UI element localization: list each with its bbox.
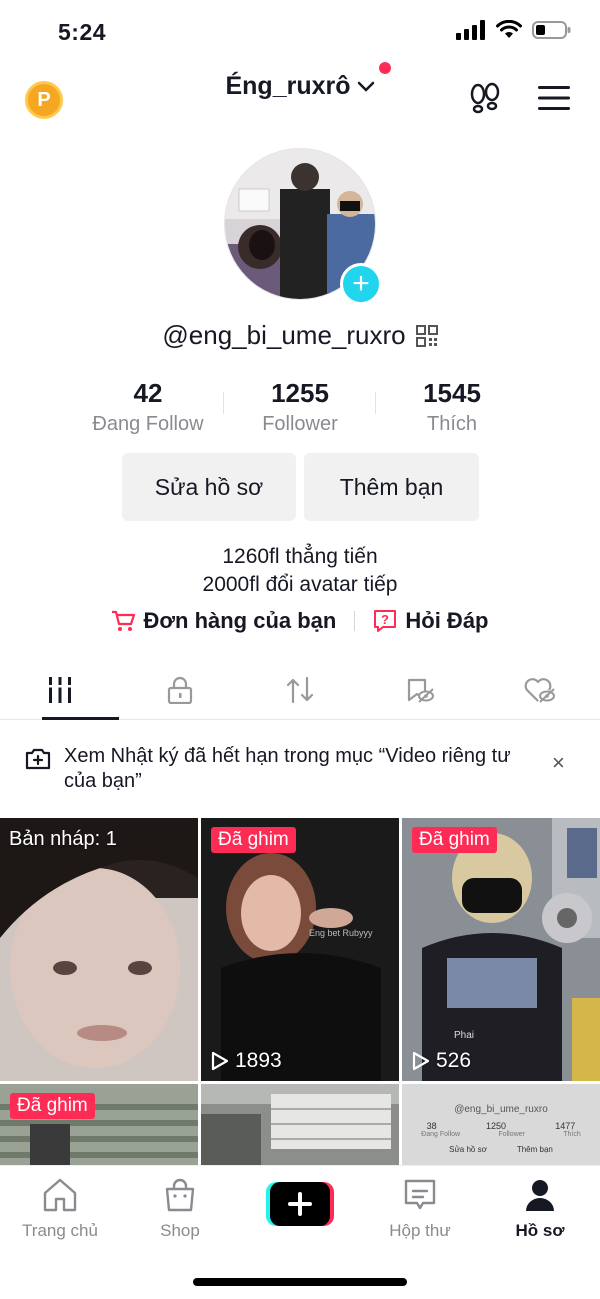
nav-shop-label: Shop (160, 1221, 200, 1240)
play-icon (412, 1051, 430, 1071)
mini-stat-label: Thích (563, 1131, 581, 1138)
view-count-value: 526 (436, 1049, 472, 1072)
orders-link[interactable]: Đơn hàng của bạn (111, 608, 336, 634)
edit-profile-button[interactable]: Sửa hồ sơ (122, 453, 296, 521)
bookmark-hidden-icon (407, 678, 434, 703)
follower-stat[interactable]: 1255 Follower (224, 378, 376, 436)
shirt-text: Phai (454, 1030, 474, 1041)
menu-icon[interactable] (538, 85, 570, 111)
banner-text: Xem Nhật ký đã hết hạn trong mục “Video … (64, 745, 511, 792)
mini-button: Sửa hồ sơ (449, 1145, 487, 1154)
shirt-text: Eng bet Rubyyy (309, 928, 373, 938)
add-avatar-button[interactable]: + (340, 263, 382, 305)
footprint-icon[interactable] (468, 82, 502, 114)
mini-stat-label: Follower (498, 1131, 525, 1138)
repost-icon (286, 676, 314, 703)
following-count: 42 (133, 378, 163, 408)
status-bar: 5:24 (0, 0, 600, 60)
video-tile[interactable]: @eng_bi_ume_ruxro 38 1250 1477 Đang Foll… (402, 1084, 600, 1165)
profile-stats: 42 Đang Follow 1255 Follower 1545 Thích (72, 378, 528, 436)
shopping-bag-icon (165, 1178, 195, 1212)
follower-label: Follower (262, 413, 338, 435)
likes-label: Thích (426, 413, 478, 435)
qa-link[interactable]: ? Hỏi Đáp (373, 608, 489, 634)
pinned-badge: Đã ghim (211, 827, 296, 853)
camera-plus-icon (25, 748, 51, 770)
pinned-badge: Đã ghim (412, 827, 497, 853)
mini-stat-label: Đang Follow (421, 1131, 461, 1138)
pinned-video-tile[interactable]: Phai Đã ghim 526 (402, 818, 600, 1081)
status-time: 5:24 (58, 19, 107, 45)
plus-icon (266, 1182, 334, 1226)
nav-profile-label: Hồ sơ (515, 1221, 565, 1240)
pinned-video-tile[interactable]: Đã ghim (0, 1084, 198, 1165)
question-bubble-icon: ? (374, 610, 397, 632)
nav-inbox[interactable]: Hộp thư (360, 1178, 480, 1241)
mini-button: Thêm bạn (516, 1145, 553, 1154)
pinned-video-tile[interactable]: Eng bet Rubyyy Đã ghim 1893 (201, 818, 399, 1081)
tab-favorites[interactable] (360, 660, 480, 719)
mini-stat: 1477 (555, 1121, 576, 1131)
heart-hidden-icon (524, 677, 555, 703)
wifi-icon (496, 20, 522, 38)
draft-video-tile[interactable]: Bản nháp: 1 (0, 818, 198, 1081)
tab-private[interactable] (120, 660, 240, 719)
battery-icon (532, 21, 571, 39)
draft-label: Bản nháp: 1 (9, 828, 117, 850)
qr-code-icon[interactable] (415, 324, 438, 347)
create-post-button[interactable] (266, 1182, 334, 1226)
shopping-cart-icon (112, 610, 136, 631)
add-friends-button[interactable]: Thêm bạn (304, 453, 479, 521)
grid-bars-icon (47, 676, 73, 703)
likes-count: 1545 (423, 378, 481, 408)
mini-stat: 1250 (485, 1121, 506, 1131)
avatar-container[interactable]: + (224, 148, 382, 305)
expired-diary-banner[interactable]: Xem Nhật ký đã hết hạn trong mục “Video … (0, 744, 600, 804)
content-tabs (0, 660, 600, 720)
handle-row: @eng_bi_ume_ruxro (0, 320, 600, 351)
inbox-icon (404, 1179, 436, 1210)
video-tile[interactable] (201, 1084, 399, 1165)
bio-line: 2000fl đổi avatar tiếp (202, 573, 398, 596)
profile-links: Đơn hàng của bạn ? Hỏi Đáp (0, 608, 600, 634)
orders-label: Đơn hàng của bạn (143, 608, 337, 633)
mini-stat: 38 (426, 1121, 437, 1131)
profile-header: P Éng_ruxrô (0, 60, 600, 120)
cellular-signal-icon (456, 20, 485, 40)
follower-count: 1255 (271, 378, 329, 408)
nav-home[interactable]: Trang chủ (0, 1178, 120, 1241)
link-divider (354, 611, 356, 631)
notification-dot (378, 62, 391, 74)
account-switcher[interactable]: Éng_ruxrô (0, 62, 600, 101)
bio-line: 1260fl thẳng tiến (222, 545, 378, 568)
status-icons (456, 20, 572, 40)
svg-text:?: ? (381, 612, 389, 627)
following-stat[interactable]: 42 Đang Follow (72, 378, 224, 436)
mini-handle: @eng_bi_ume_ruxro (454, 1104, 548, 1115)
nav-home-label: Trang chủ (22, 1221, 98, 1240)
lock-icon (167, 676, 193, 704)
following-label: Đang Follow (92, 413, 204, 435)
tab-liked[interactable] (480, 660, 600, 719)
pinned-badge: Đã ghim (10, 1093, 95, 1119)
profile-bio: 1260fl thẳng tiến 2000fl đổi avatar tiếp (0, 543, 600, 599)
chevron-down-icon (357, 81, 374, 92)
view-count-value: 1893 (235, 1049, 282, 1072)
nav-profile[interactable]: Hồ sơ (480, 1178, 600, 1241)
qa-label: Hỏi Đáp (405, 608, 489, 633)
play-icon (211, 1051, 229, 1071)
tab-reposts[interactable] (240, 660, 360, 719)
nav-inbox-label: Hộp thư (389, 1221, 451, 1240)
account-title: Éng_ruxrô (225, 72, 351, 100)
profile-handle: @eng_bi_ume_ruxro (162, 320, 406, 350)
home-icon (43, 1178, 77, 1212)
view-count: 1893 (211, 1049, 282, 1073)
view-count: 526 (412, 1049, 471, 1073)
nav-shop[interactable]: Shop (120, 1178, 240, 1241)
home-indicator (193, 1278, 407, 1286)
tab-videos[interactable] (0, 660, 120, 720)
close-icon[interactable]: × (552, 750, 565, 776)
person-icon (526, 1180, 554, 1211)
likes-stat[interactable]: 1545 Thích (376, 378, 528, 436)
